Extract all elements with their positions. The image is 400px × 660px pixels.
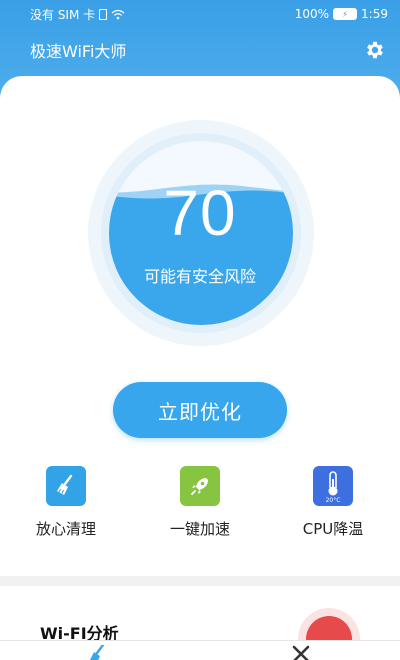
svg-text:20°C: 20°C <box>326 497 341 503</box>
main-card: 70 可能有安全风险 立即优化 放心清理 一键加速 20°C CPU降温 <box>0 76 400 576</box>
tool-speedup-label: 一键加速 <box>169 520 230 538</box>
section-divider <box>0 576 400 586</box>
carrier-text: 没有 SIM 卡 <box>30 7 96 22</box>
app-title: 极速WiFi大师 <box>30 42 127 61</box>
app-header: 极速WiFi大师 <box>0 34 400 66</box>
battery-icon: ⚡ <box>333 8 358 20</box>
clock: 1:59 <box>361 7 388 21</box>
thermometer-icon: 20°C <box>313 466 353 506</box>
security-score: 70 <box>163 177 237 249</box>
status-bar: 没有 SIM 卡 100% ⚡ 1:59 <box>0 0 400 28</box>
bottom-nav <box>0 640 400 660</box>
tool-clean-label: 放心清理 <box>35 520 96 538</box>
tool-speedup[interactable]: 一键加速 <box>140 466 260 556</box>
security-status: 可能有安全风险 <box>143 267 256 286</box>
sim-icon <box>99 8 108 20</box>
nav-clean-icon[interactable] <box>88 645 110 660</box>
status-left: 没有 SIM 卡 <box>30 6 125 23</box>
tool-clean[interactable]: 放心清理 <box>6 466 126 556</box>
optimize-button[interactable]: 立即优化 <box>113 382 287 438</box>
rocket-icon <box>180 466 220 506</box>
wifi-status-icon <box>111 9 125 19</box>
broom-icon <box>46 466 86 506</box>
tools-row: 放心清理 一键加速 20°C CPU降温 <box>0 466 400 556</box>
tool-cpu-cool[interactable]: 20°C CPU降温 <box>273 466 393 556</box>
tool-cpu-cool-label: CPU降温 <box>302 520 364 538</box>
status-right: 100% ⚡ 1:59 <box>295 7 388 21</box>
battery-percent: 100% <box>294 7 330 21</box>
gear-icon[interactable] <box>364 39 386 61</box>
nav-tools-icon[interactable] <box>290 645 312 660</box>
